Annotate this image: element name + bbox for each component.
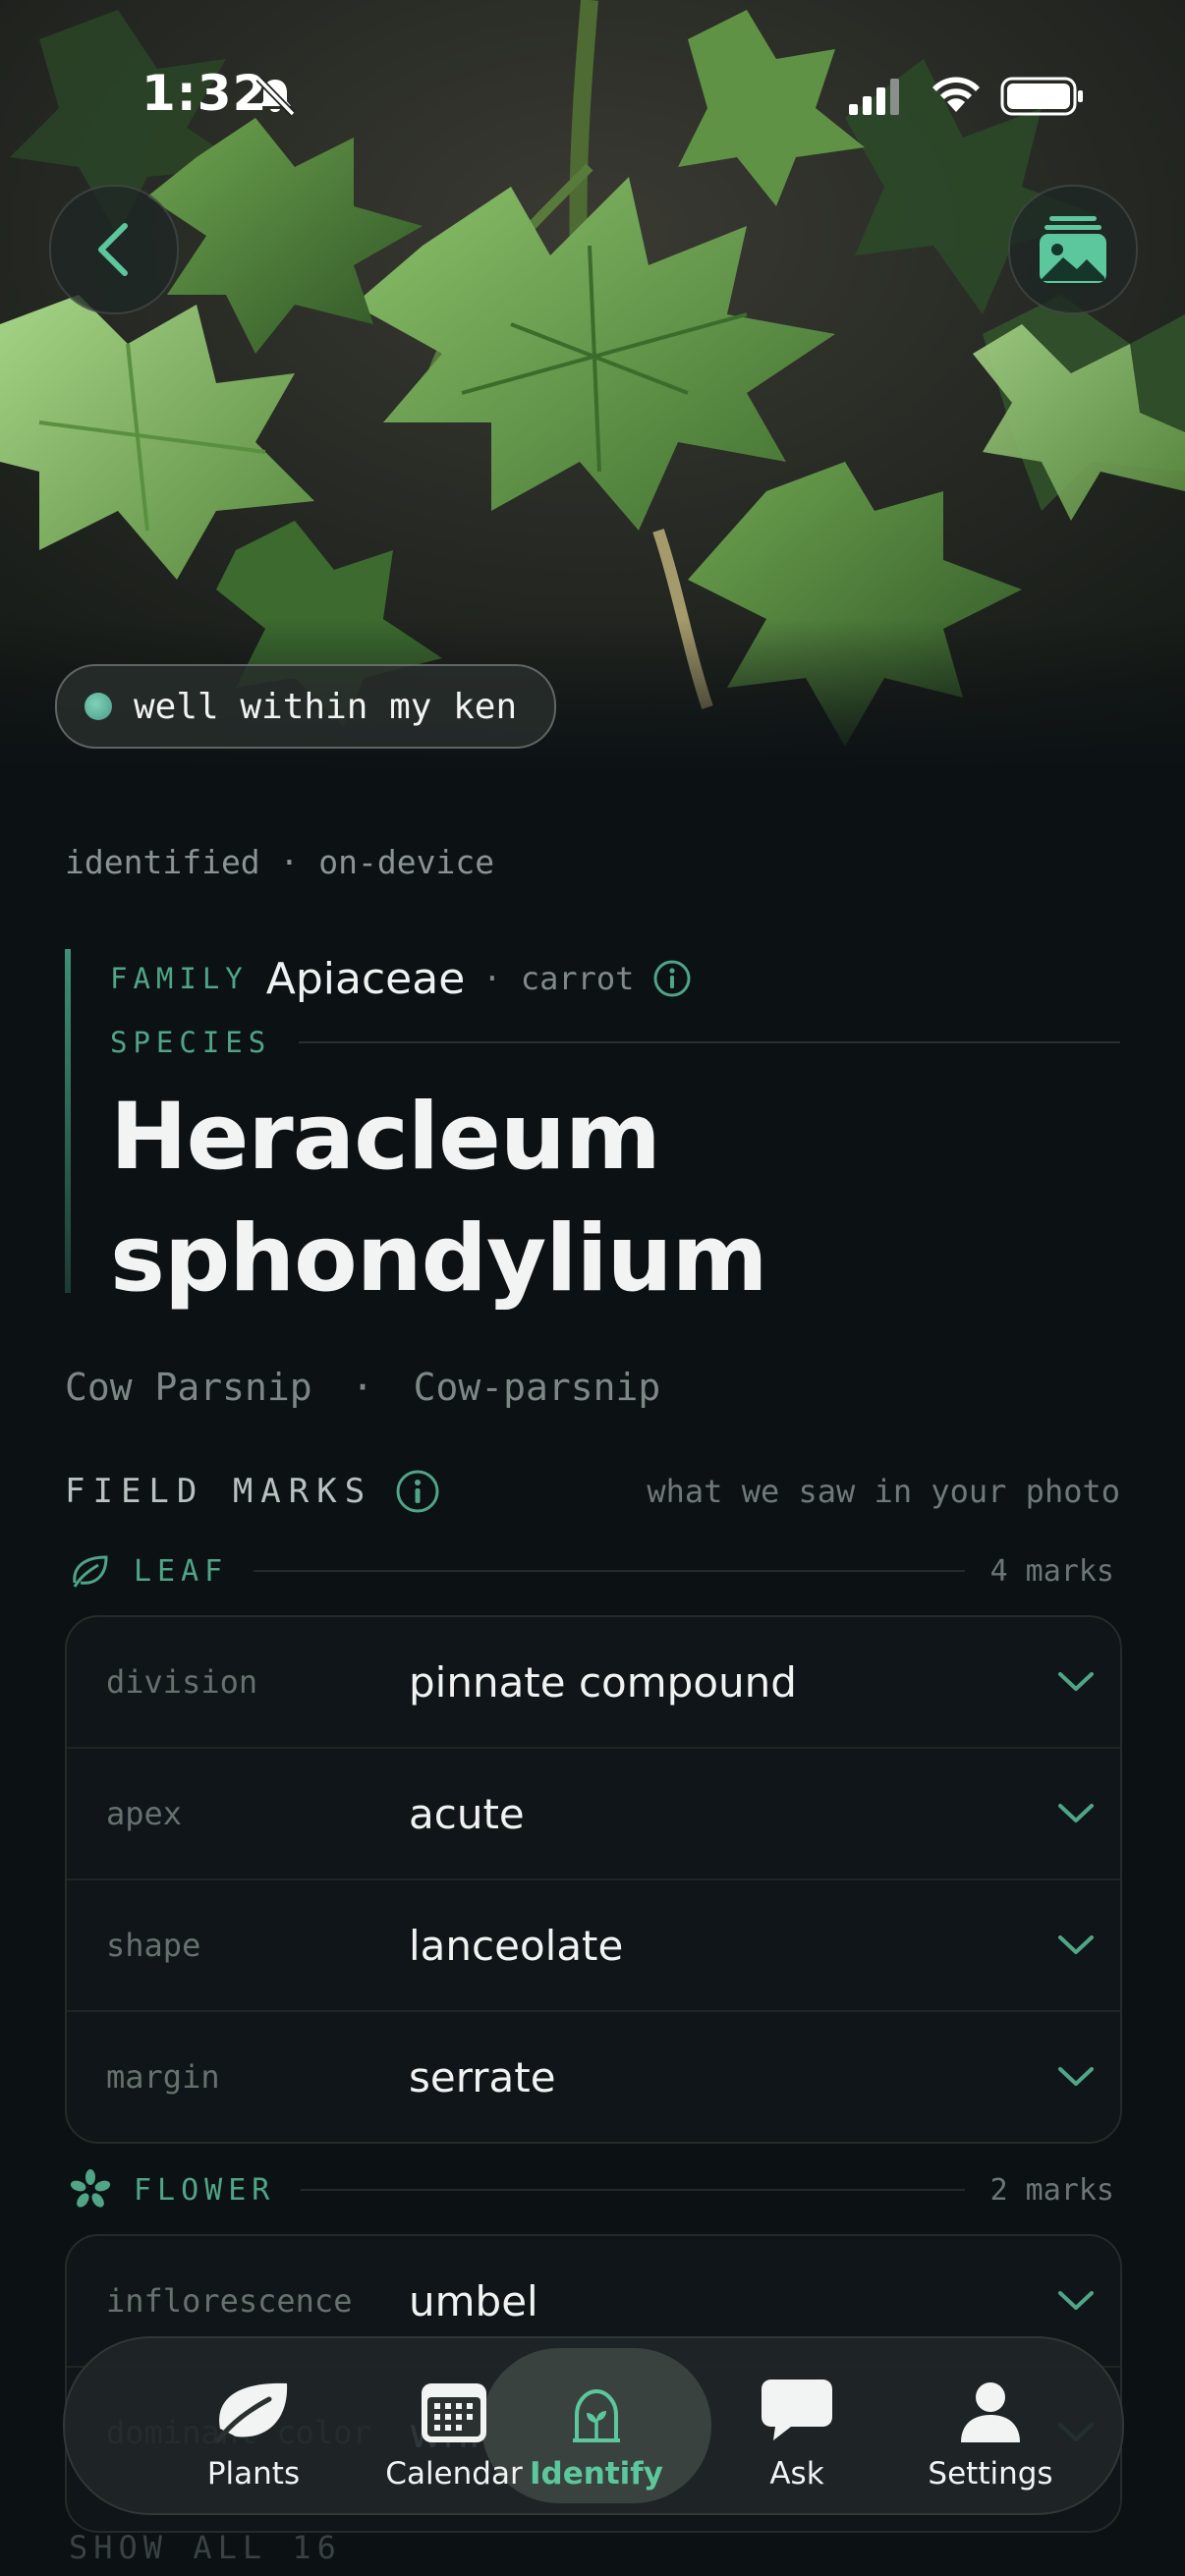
family-common-name: · carrot xyxy=(482,960,635,997)
mark-row-apex[interactable]: apex acute xyxy=(67,1749,1120,1880)
scientific-name: Heracleum sphondylium xyxy=(110,1084,768,1313)
field-marks-subtitle: what we saw in your photo xyxy=(647,1473,1120,1510)
status-time: 1:32 xyxy=(141,65,268,122)
mark-key: margin xyxy=(106,2058,220,2096)
show-all-button[interactable]: SHOW ALL 16 xyxy=(69,2529,342,2566)
species-divider xyxy=(299,1041,1120,1043)
leaf-marks-card: division pinnate compound apex acute sha… xyxy=(65,1615,1122,2144)
chevron-down-icon xyxy=(1058,1804,1094,1822)
calendar-icon xyxy=(422,2383,486,2442)
chat-bubble-icon xyxy=(762,2380,832,2440)
chevron-down-icon xyxy=(1058,1935,1094,1954)
mark-key: inflorescence xyxy=(106,2282,353,2320)
photo-gallery-button[interactable] xyxy=(1008,185,1138,314)
tab-bar: Plants Calendar Identify Ask Settings xyxy=(63,2336,1124,2515)
chevron-down-icon xyxy=(1058,2291,1094,2310)
tab-label: Plants xyxy=(206,2456,301,2492)
taxonomy-block: FAMILY Apiaceae · carrot SPECIES Heracle… xyxy=(65,949,1120,1313)
chevron-left-icon xyxy=(98,223,128,276)
mark-value: umbel xyxy=(409,2276,538,2325)
leaf-icon xyxy=(215,2382,288,2443)
mark-key: shape xyxy=(106,1927,201,1964)
tab-identify[interactable]: Identify xyxy=(500,2338,693,2513)
group-header-flower: FLOWER 2 marks xyxy=(69,2165,1114,2214)
tab-plants[interactable]: Plants xyxy=(157,2338,350,2513)
field-marks-title: FIELD MARKS xyxy=(65,1472,373,1511)
mark-key: division xyxy=(106,1663,258,1701)
family-label: FAMILY xyxy=(110,962,249,995)
tab-ask[interactable]: Ask xyxy=(701,2338,893,2513)
group-divider xyxy=(254,1570,965,1572)
tab-label: Identify xyxy=(530,2456,663,2492)
status-bar: 1:32 xyxy=(0,0,1185,187)
family-info-icon[interactable] xyxy=(651,958,693,999)
group-name: LEAF xyxy=(134,1553,229,1589)
identification-meta: identified · on-device xyxy=(65,843,495,881)
family-name: Apiaceae xyxy=(265,953,466,1004)
common-names: Cow Parsnip · Cow-parsnip xyxy=(65,1366,660,1409)
common-name-2: Cow-parsnip xyxy=(413,1366,661,1409)
mark-row-margin[interactable]: margin serrate xyxy=(67,2012,1120,2142)
confidence-label: well within my ken xyxy=(134,686,518,727)
flower-icon xyxy=(70,2169,111,2208)
common-name-separator: · xyxy=(351,1366,374,1409)
mark-value: pinnate compound xyxy=(409,1657,797,1707)
field-marks-info-icon[interactable] xyxy=(394,1468,441,1515)
tab-label: Ask xyxy=(769,2456,824,2492)
chevron-down-icon xyxy=(1058,1672,1094,1691)
field-marks-header: FIELD MARKS what we saw in your photo xyxy=(65,1464,1120,1519)
battery-icon xyxy=(1000,77,1083,116)
mark-value: serrate xyxy=(409,2052,556,2101)
person-icon xyxy=(961,2382,1020,2442)
leaf-icon xyxy=(73,1555,108,1588)
back-button[interactable] xyxy=(49,185,179,314)
wifi-icon xyxy=(932,77,980,112)
identify-icon xyxy=(573,2388,620,2442)
bell-muted-icon xyxy=(255,76,296,117)
mark-row-division[interactable]: division pinnate compound xyxy=(67,1617,1120,1749)
tab-label: Settings xyxy=(928,2456,1053,2492)
chevron-down-icon xyxy=(1058,2067,1094,2086)
mark-value: acute xyxy=(409,1789,525,1838)
group-name: FLOWER xyxy=(134,2172,276,2208)
group-header-leaf: LEAF 4 marks xyxy=(69,1546,1114,1596)
mark-value: lanceolate xyxy=(409,1921,624,1970)
tab-settings[interactable]: Settings xyxy=(894,2338,1087,2513)
group-count: 2 marks xyxy=(989,2172,1114,2208)
confidence-dot xyxy=(85,693,112,720)
cellular-signal-icon xyxy=(849,79,899,115)
group-divider xyxy=(301,2189,965,2191)
confidence-badge: well within my ken xyxy=(55,664,557,749)
photo-stack-icon xyxy=(1040,216,1106,283)
group-count: 4 marks xyxy=(989,1553,1114,1589)
accent-bar xyxy=(65,949,71,1293)
common-name-1: Cow Parsnip xyxy=(65,1366,312,1409)
mark-key: apex xyxy=(106,1795,183,1832)
mark-row-shape[interactable]: shape lanceolate xyxy=(67,1880,1120,2012)
species-label: SPECIES xyxy=(110,1026,272,1059)
